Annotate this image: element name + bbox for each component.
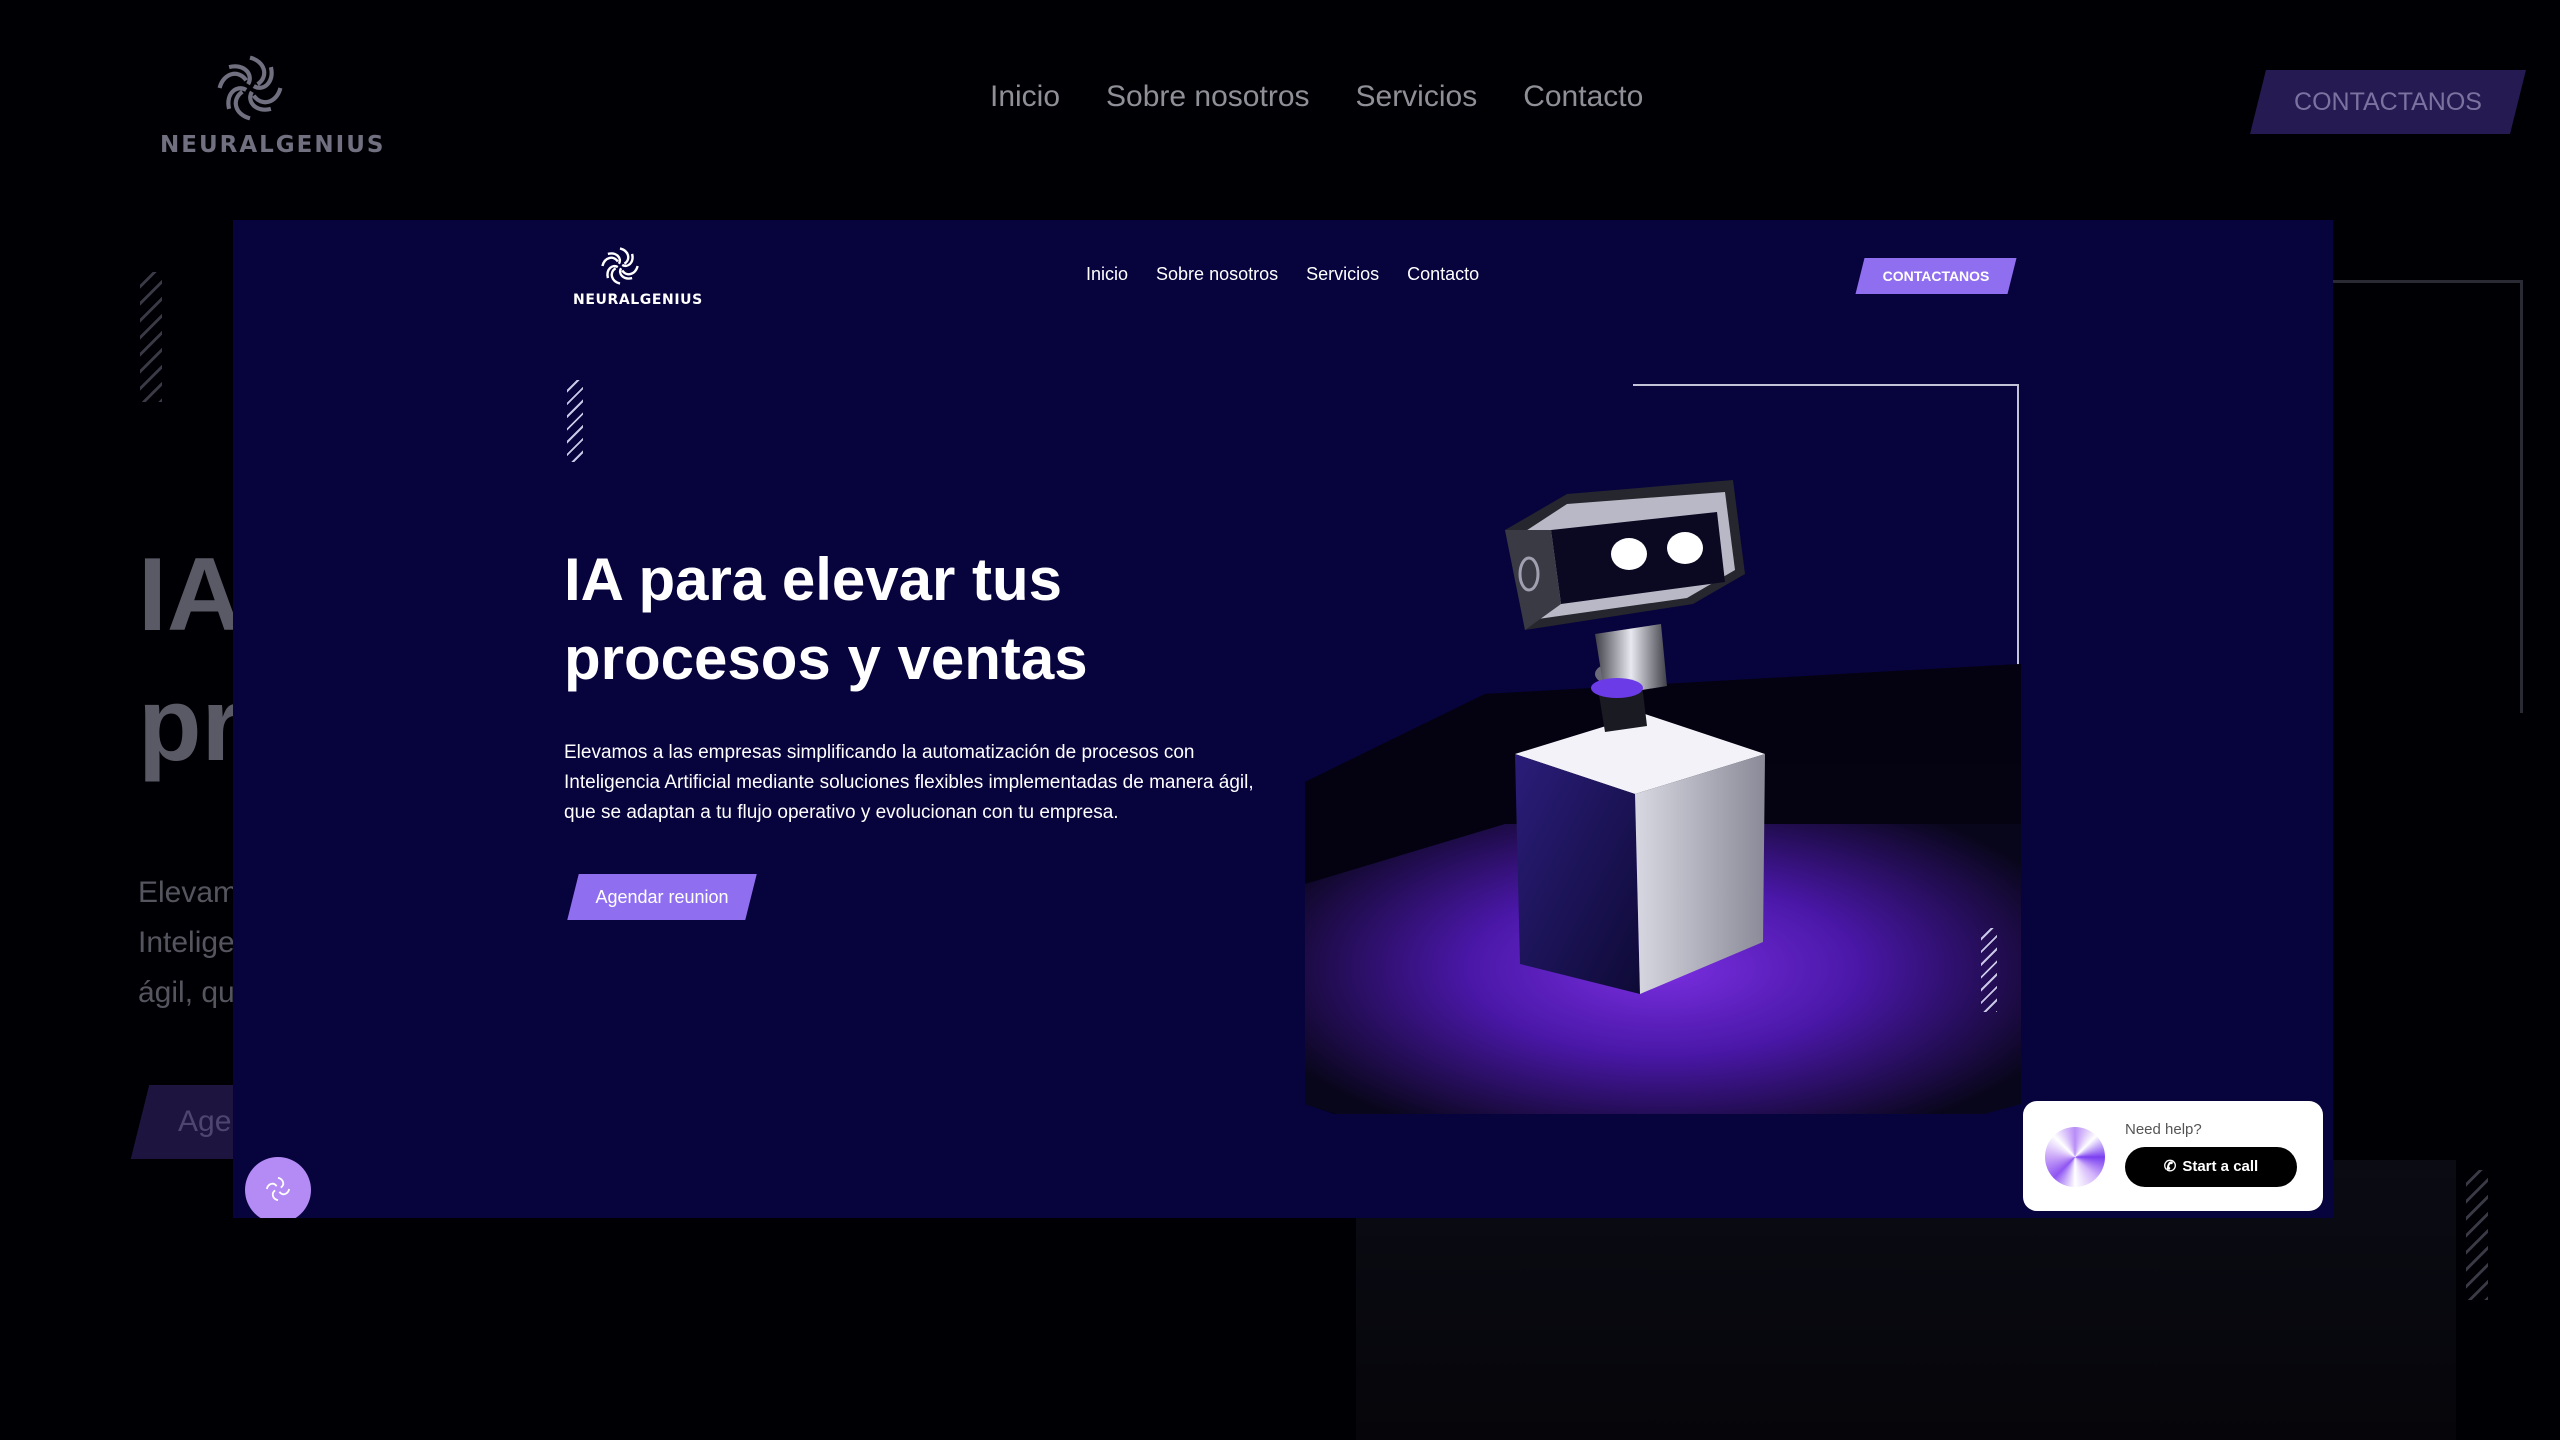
background-desc-line: Intelige (138, 926, 234, 959)
need-help-label: Need help? (2125, 1121, 2202, 1138)
hero-description: Elevamos a las empresas simplificando la… (564, 742, 1254, 823)
start-call-button[interactable]: ✆ Start a call (2125, 1147, 2297, 1187)
background-logo-text: NEURALGENIUS (160, 132, 386, 158)
background-nav-sobre-nosotros: Sobre nosotros (1106, 80, 1310, 113)
robot-illustration (1305, 480, 2021, 1114)
background-title: IA pr (138, 530, 238, 790)
background-nav-servicios: Servicios (1355, 80, 1478, 113)
start-call-label: Start a call (2182, 1158, 2259, 1175)
background-description: Elevam Intelige ágil, qu (138, 868, 234, 1018)
background-hatch-decoration (2466, 1170, 2488, 1300)
help-widget: Need help? ✆ Start a call (2023, 1101, 2323, 1211)
background-cta-label: CONTACTANOS (2294, 88, 2482, 116)
background-desc-line: ágil, qu (138, 976, 234, 1009)
background-nav: Inicio Sobre nosotros Servicios Contacto (990, 80, 1643, 114)
nav-sobre-nosotros[interactable]: Sobre nosotros (1156, 264, 1278, 285)
hero-title: IA para elevar tus procesos y ventas (564, 546, 1088, 692)
background-desc-line: Elevam (138, 876, 234, 909)
phone-icon: ✆ (2163, 1158, 2177, 1175)
background-logo: NEURALGENIUS (160, 50, 386, 158)
background-frame-line (2330, 280, 2523, 713)
logo-text: NEURALGENIUS (573, 292, 703, 308)
background-nav-inicio: Inicio (990, 80, 1061, 113)
main-nav: Inicio Sobre nosotros Servicios Contacto (1086, 264, 1479, 285)
background-hatch-decoration (140, 272, 162, 402)
background-title-line: IA (138, 537, 238, 653)
logo[interactable]: NEURALGENIUS (573, 244, 702, 308)
background-title-line: pr (138, 667, 238, 783)
neural-logo-icon (217, 55, 283, 121)
neural-logo-icon (265, 1176, 291, 1202)
contactanos-button-label: CONTACTANOS (1882, 268, 1990, 284)
nav-servicios[interactable]: Servicios (1306, 264, 1379, 285)
background-nav-contacto: Contacto (1523, 80, 1644, 113)
agendar-reunion-label: Agendar reunion (595, 887, 729, 907)
hatch-decoration (1981, 928, 1997, 1012)
background-cta: CONTACTANOS (2250, 70, 2526, 134)
agendar-reunion-button[interactable]: Agendar reunion (567, 874, 757, 920)
floating-logo-button[interactable] (245, 1157, 311, 1218)
hatch-decoration (567, 380, 583, 462)
assistant-orb-icon[interactable] (2045, 1127, 2105, 1187)
nav-contacto[interactable]: Contacto (1407, 264, 1479, 285)
website-screen: NEURALGENIUS Inicio Sobre nosotros Servi… (233, 220, 2333, 1218)
contactanos-button[interactable]: CONTACTANOS (1855, 258, 2017, 294)
nav-inicio[interactable]: Inicio (1086, 264, 1128, 285)
neural-logo-icon (601, 247, 639, 285)
